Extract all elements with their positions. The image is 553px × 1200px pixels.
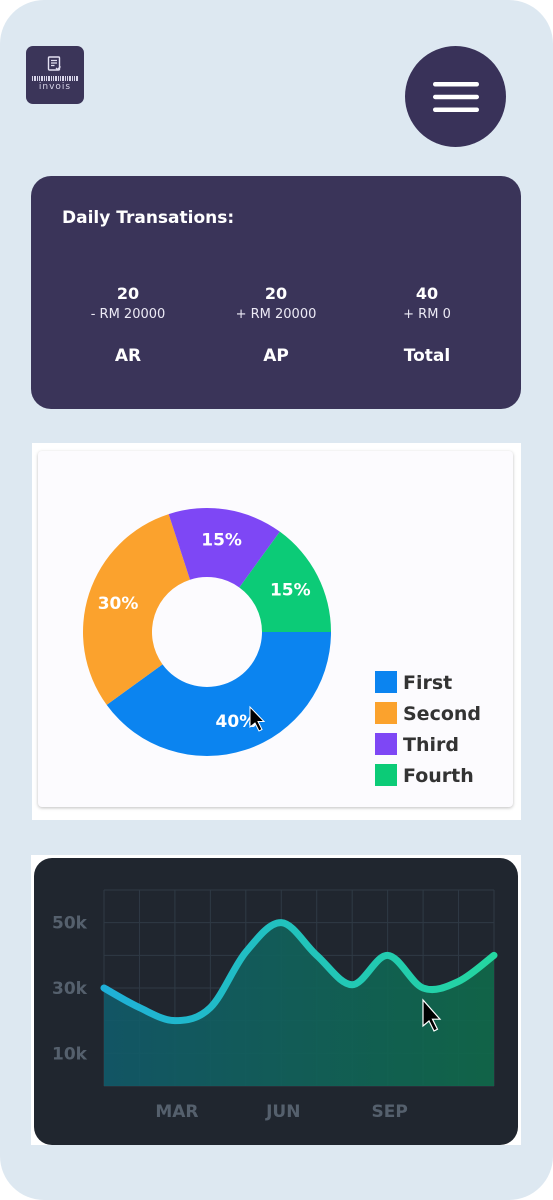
y-tick-label: 30k: [52, 979, 88, 999]
stat-total[interactable]: 40 + RM 0 Total: [357, 284, 497, 366]
slice-value-label: 30%: [98, 594, 139, 614]
stat-label: Total: [403, 346, 451, 366]
donut-chart-card: 40% 30% 15% 15% First Second Third Fourth: [38, 451, 513, 807]
y-tick-label: 50k: [52, 914, 88, 934]
area-chart[interactable]: 10k 30k 50k MAR JUN SEP: [34, 858, 518, 1145]
slice-value-label: 15%: [270, 581, 311, 601]
invoice-icon: [47, 56, 61, 71]
x-tick-label: JUN: [265, 1102, 300, 1122]
menu-button[interactable]: [405, 46, 506, 147]
daily-transactions-card: Daily Transations: 20 - RM 20000 AR 20 +…: [31, 176, 521, 409]
stat-count: 20: [264, 284, 288, 303]
donut-chart[interactable]: 40%30%15%15%FirstSecondThirdFourth: [38, 451, 513, 807]
app-logo[interactable]: invois: [26, 46, 84, 104]
donut-chart-panel: 40% 30% 15% 15% First Second Third Fourth: [32, 443, 521, 820]
legend-swatch: [375, 702, 397, 724]
barcode-icon: [32, 76, 78, 81]
legend-label: Second: [403, 703, 481, 725]
legend-label: Fourth: [403, 765, 474, 787]
y-tick-label: 10k: [52, 1044, 88, 1064]
stat-ar[interactable]: 20 - RM 20000 AR: [58, 284, 198, 366]
stat-amount: + RM 20000: [235, 307, 317, 322]
logo-text: invois: [38, 82, 72, 92]
legend-label: First: [403, 672, 452, 694]
x-tick-label: MAR: [155, 1102, 198, 1122]
phone-screen: invois Daily Transations: 20 - RM 20000 …: [0, 0, 553, 1200]
x-tick-label: SEP: [371, 1102, 407, 1122]
legend-label: Third: [403, 734, 459, 756]
area-chart-card: 10k 30k 50k MAR JUN SEP: [34, 858, 518, 1145]
hamburger-icon: [432, 81, 479, 112]
legend-swatch: [375, 671, 397, 693]
area-fill: [104, 922, 494, 1086]
area-chart-panel: 10k 30k 50k MAR JUN SEP: [31, 855, 521, 1145]
stat-amount: + RM 0: [403, 307, 451, 322]
stat-label: AP: [263, 346, 289, 366]
slice-value-label: 15%: [201, 531, 242, 551]
card-title: Daily Transations:: [62, 208, 235, 228]
stat-ap[interactable]: 20 + RM 20000 AP: [206, 284, 346, 366]
legend-swatch: [375, 764, 397, 786]
legend-swatch: [375, 733, 397, 755]
stat-label: AR: [114, 346, 142, 366]
stat-count: 20: [116, 284, 140, 303]
stat-amount: - RM 20000: [90, 307, 166, 322]
stat-count: 40: [415, 284, 439, 303]
